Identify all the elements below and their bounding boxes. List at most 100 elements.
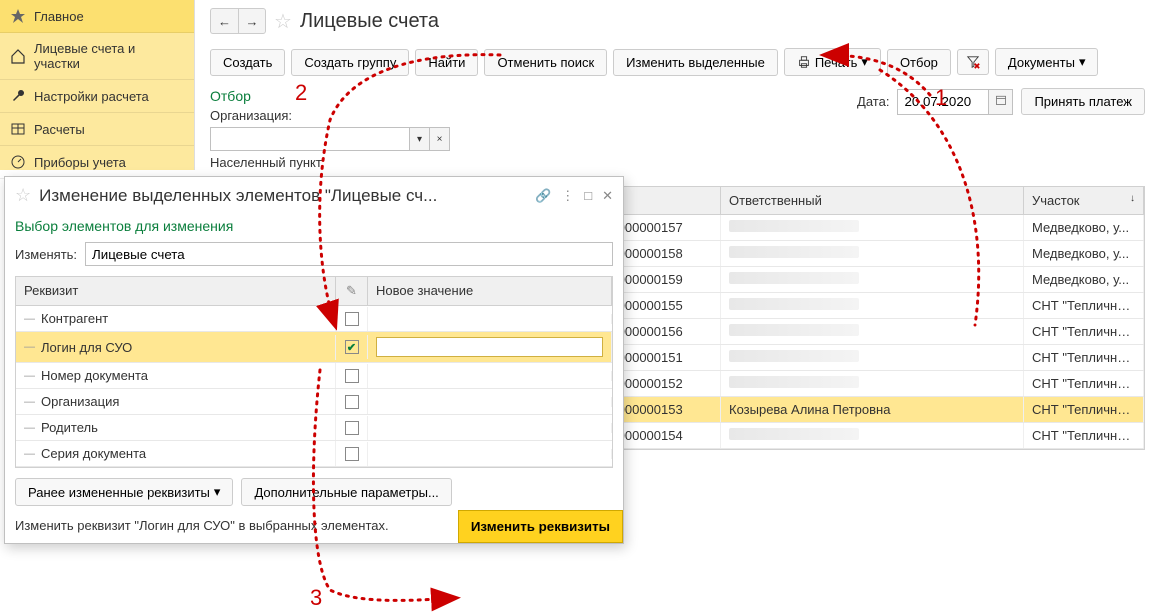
close-icon[interactable]: ✕ [602, 188, 613, 204]
dialog-star-icon[interactable]: ☆ [15, 185, 31, 206]
change-elements-dialog: ☆ Изменение выделенных элементов "Лицевы… [4, 176, 624, 544]
attr-check-cell[interactable]: ✔ [336, 335, 368, 359]
cell-responsible [721, 267, 1024, 292]
prev-changed-button[interactable]: Ранее измененные реквизиты ▾ [15, 478, 233, 506]
table-row[interactable]: ▬ 00-0000000153Козырева Алина ПетровнаСН… [571, 397, 1144, 423]
table-row[interactable]: ▬ 00-0000000157Медведково, у... [571, 215, 1144, 241]
cancel-search-button[interactable]: Отменить поиск [484, 49, 607, 76]
table-row[interactable]: ▬ 00-0000000156СНТ "Тепличны... [571, 319, 1144, 345]
attr-row[interactable]: —Контрагент [16, 306, 612, 332]
link-icon[interactable]: 🔗 [535, 188, 551, 204]
checkbox-icon[interactable] [345, 312, 359, 326]
attr-name-cell: —Номер документа [16, 363, 336, 388]
attr-check-cell[interactable] [336, 416, 368, 440]
attr-name-cell: —Организация [16, 389, 336, 414]
calendar-icon [995, 94, 1007, 106]
funnel-clear-button[interactable] [957, 49, 989, 75]
chevron-down-icon: ▾ [861, 54, 868, 70]
toolbar: Создать Создать группу Найти Отменить по… [195, 42, 1160, 82]
home-icon [10, 48, 26, 64]
attr-value-cell[interactable] [368, 314, 612, 324]
checkbox-icon[interactable] [345, 447, 359, 461]
change-attrs-button[interactable]: Изменить реквизиты [458, 510, 623, 543]
attr-name-cell: —Серия документа [16, 441, 336, 466]
col-header-responsible[interactable]: Ответственный [721, 187, 1024, 214]
more-icon[interactable]: ⋮ [561, 188, 574, 204]
create-group-button[interactable]: Создать группу [291, 49, 409, 76]
attr-header-value[interactable]: Новое значение [368, 277, 612, 305]
table-row[interactable]: ▬ 00-0000000152СНТ "Тепличны... [571, 371, 1144, 397]
attr-check-cell[interactable] [336, 390, 368, 414]
change-selected-button[interactable]: Изменить выделенные [613, 49, 778, 76]
find-button[interactable]: Найти [415, 49, 478, 76]
change-input[interactable] [85, 242, 613, 266]
print-button[interactable]: Печать ▾ [784, 48, 881, 76]
chevron-down-icon: ▾ [214, 484, 221, 500]
attr-check-cell[interactable] [336, 307, 368, 331]
sidebar-item-meters[interactable]: Приборы учета [0, 146, 194, 179]
cell-section: Медведково, у... [1024, 267, 1144, 292]
attr-name-cell: —Логин для СУО [16, 335, 336, 360]
org-input[interactable] [210, 127, 410, 151]
annotation-3: 3 [310, 585, 322, 611]
create-button[interactable]: Создать [210, 49, 285, 76]
forward-button[interactable]: → [238, 8, 266, 34]
calendar-button[interactable] [988, 90, 1012, 114]
attr-value-cell[interactable] [368, 449, 612, 459]
cell-responsible: Козырева Алина Петровна [721, 397, 1024, 422]
filter-title: Отбор [210, 88, 550, 104]
attr-header-name[interactable]: Реквизит [16, 277, 336, 305]
favorite-star-icon[interactable]: ☆ [274, 9, 292, 34]
attr-value-cell[interactable] [368, 371, 612, 381]
maximize-icon[interactable]: □ [584, 188, 592, 204]
sidebar-item-calcs[interactable]: Расчеты [0, 113, 194, 146]
attr-row[interactable]: —Организация [16, 389, 612, 415]
cell-responsible [721, 241, 1024, 266]
checkbox-icon[interactable] [345, 395, 359, 409]
sidebar-label: Настройки расчета [34, 89, 149, 104]
attr-row[interactable]: —Номер документа [16, 363, 612, 389]
checkbox-icon[interactable] [345, 421, 359, 435]
sidebar-item-accounts[interactable]: Лицевые счета и участки [0, 33, 194, 80]
date-input[interactable] [898, 90, 988, 114]
clear-button[interactable]: × [430, 127, 450, 151]
dash-icon: — [24, 313, 35, 325]
table-row[interactable]: ▬ 00-0000000158Медведково, у... [571, 241, 1144, 267]
back-button[interactable]: ← [210, 8, 238, 34]
dash-icon: — [24, 448, 35, 460]
dash-icon: — [24, 370, 35, 382]
table-row[interactable]: ▬ 00-0000000159Медведково, у... [571, 267, 1144, 293]
table-row[interactable]: ▬ 00-0000000154СНТ "Тепличны... [571, 423, 1144, 449]
attr-check-cell[interactable] [336, 442, 368, 466]
attr-name-cell: —Контрагент [16, 306, 336, 331]
cell-section: СНТ "Тепличны... [1024, 397, 1144, 422]
checkbox-icon[interactable] [345, 369, 359, 383]
extra-params-button[interactable]: Дополнительные параметры... [241, 478, 451, 506]
attr-row[interactable]: —Логин для СУО ✔ [16, 332, 612, 363]
sidebar-item-main[interactable]: Главное [0, 0, 194, 33]
cell-responsible [721, 423, 1024, 448]
attr-value-input[interactable] [376, 337, 603, 357]
col-header-section[interactable]: Участок ↓ [1024, 187, 1144, 214]
settlement-label: Населенный пункт [210, 155, 322, 170]
dialog-title: Изменение выделенных элементов "Лицевые … [39, 186, 527, 206]
pencil-icon: ✎ [346, 283, 357, 298]
filter-button[interactable]: Отбор [887, 49, 951, 76]
attr-check-cell[interactable] [336, 364, 368, 388]
attr-value-cell[interactable] [368, 332, 612, 362]
accept-payment-button[interactable]: Принять платеж [1021, 88, 1145, 115]
dropdown-button[interactable]: ▾ [410, 127, 430, 151]
filter-section: Отбор Организация: ▾ × Населенный пункт … [195, 82, 1160, 180]
attr-value-cell[interactable] [368, 423, 612, 433]
table-row[interactable]: ▬ 00-0000000151СНТ "Тепличны... [571, 345, 1144, 371]
documents-button[interactable]: Документы ▾ [995, 48, 1099, 76]
attr-row[interactable]: —Серия документа [16, 441, 612, 467]
table-row[interactable]: ▬ 00-0000000155СНТ "Тепличны... [571, 293, 1144, 319]
attr-value-cell[interactable] [368, 397, 612, 407]
sidebar-item-calc-settings[interactable]: Настройки расчета [0, 80, 194, 113]
dialog-subtitle: Выбор элементов для изменения [15, 214, 613, 238]
attr-row[interactable]: —Родитель [16, 415, 612, 441]
checkbox-icon[interactable]: ✔ [345, 340, 359, 354]
cell-section: СНТ "Тепличны... [1024, 293, 1144, 318]
change-label: Изменять: [15, 247, 85, 262]
